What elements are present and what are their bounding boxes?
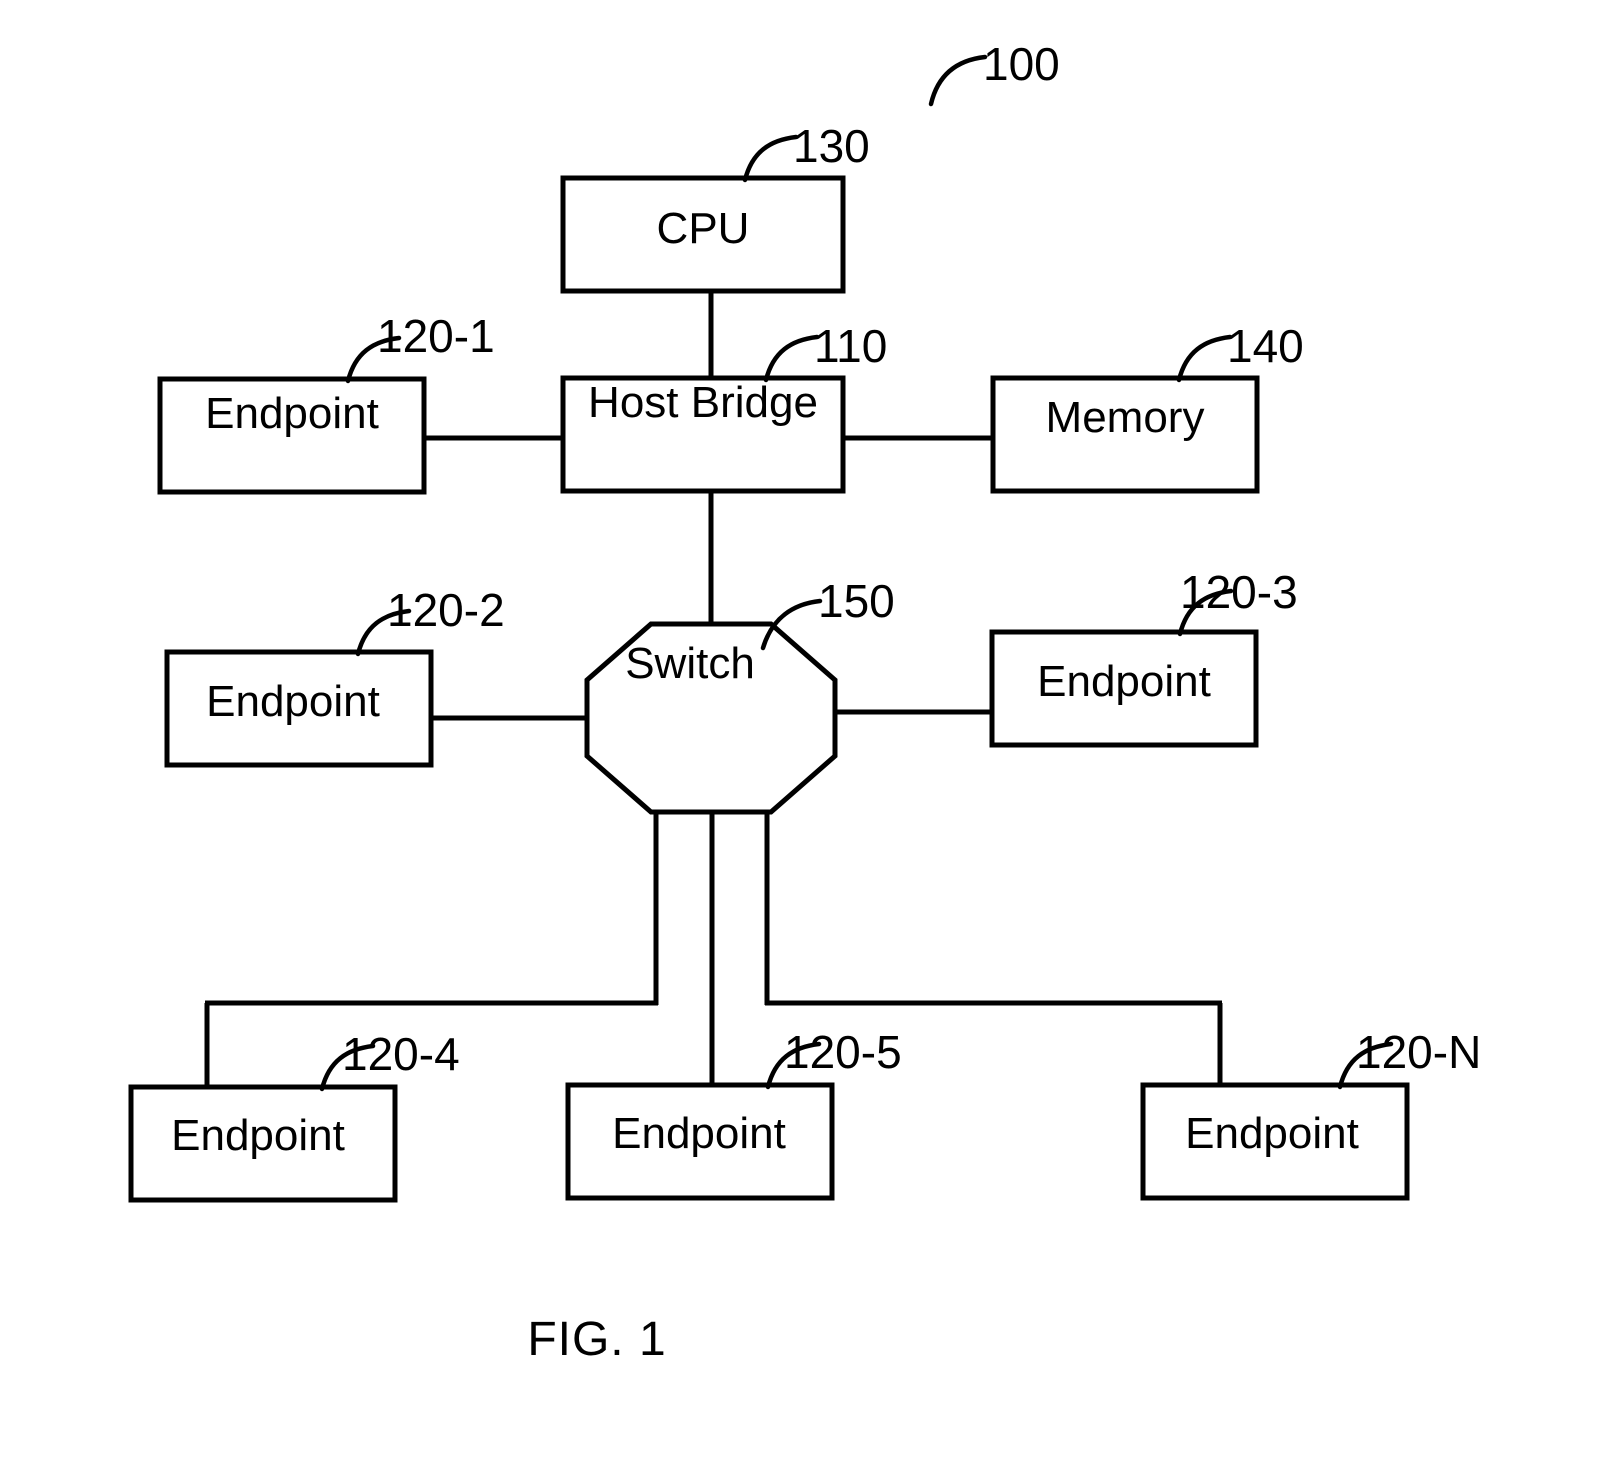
block-diagram: CPU Host Bridge Memory Endpoint Switch E… — [128, 38, 1481, 1366]
leader-line-130 — [742, 134, 799, 183]
cpu-label: CPU — [657, 204, 750, 253]
switch-label: Switch — [625, 639, 755, 688]
ref-label-120-2: 120-2 — [387, 584, 505, 636]
ref-label-150: 150 — [818, 575, 895, 627]
node-switch[interactable]: Switch — [584, 621, 838, 815]
ref-label-120-5: 120-5 — [784, 1026, 902, 1078]
callout-endpoint5-120-5: 120-5 — [765, 1026, 902, 1090]
callout-endpoint2-120-2: 120-2 — [355, 584, 505, 657]
ref-label-120-1: 120-1 — [377, 310, 495, 362]
ref-label-130: 130 — [793, 120, 870, 172]
endpointn-label: Endpoint — [1185, 1109, 1359, 1158]
callout-system-100: 100 — [928, 38, 1060, 107]
endpoint5-label: Endpoint — [612, 1109, 786, 1158]
callout-endpoint3-120-3: 120-3 — [1177, 566, 1298, 637]
node-endpoint-n[interactable]: Endpoint — [1140, 1082, 1410, 1201]
memory-label: Memory — [1046, 393, 1205, 442]
callout-endpoint4-120-4: 120-4 — [319, 1028, 460, 1092]
node-endpoint-2[interactable]: Endpoint — [164, 649, 434, 768]
leader-line-110 — [763, 334, 820, 383]
figure-canvas: CPU Host Bridge Memory Endpoint Switch E… — [0, 0, 1615, 1479]
node-endpoint-4[interactable]: Endpoint — [128, 1084, 398, 1203]
ref-label-120-4: 120-4 — [342, 1028, 460, 1080]
node-endpoint-5[interactable]: Endpoint — [565, 1082, 835, 1201]
node-host-bridge[interactable]: Host Bridge — [560, 375, 846, 494]
ref-label-120-3: 120-3 — [1180, 566, 1298, 618]
ref-label-110: 110 — [814, 320, 887, 372]
endpoint4-label: Endpoint — [171, 1111, 345, 1160]
node-cpu[interactable]: CPU — [560, 175, 846, 294]
endpoint3-label: Endpoint — [1037, 657, 1211, 706]
node-memory[interactable]: Memory — [990, 375, 1260, 494]
host-bridge-label: Host Bridge — [588, 378, 818, 427]
leader-line-140 — [1176, 334, 1233, 383]
ref-label-100: 100 — [983, 38, 1060, 90]
callout-host-bridge-110: 110 — [763, 320, 887, 383]
node-endpoint-1[interactable]: Endpoint — [157, 376, 427, 495]
endpoint2-label: Endpoint — [206, 677, 380, 726]
endpoint1-label: Endpoint — [205, 389, 379, 438]
callout-memory-140: 140 — [1176, 320, 1304, 383]
callout-endpoint1-120-1: 120-1 — [345, 310, 495, 384]
callout-cpu-130: 130 — [742, 120, 870, 183]
ref-label-140: 140 — [1227, 320, 1304, 372]
callout-endpointn-120-n: 120-N — [1337, 1026, 1481, 1090]
leader-line-100 — [928, 54, 988, 107]
ref-label-120-n: 120-N — [1356, 1026, 1481, 1078]
figure-caption: FIG. 1 — [527, 1313, 666, 1366]
node-endpoint-3[interactable]: Endpoint — [989, 629, 1259, 748]
